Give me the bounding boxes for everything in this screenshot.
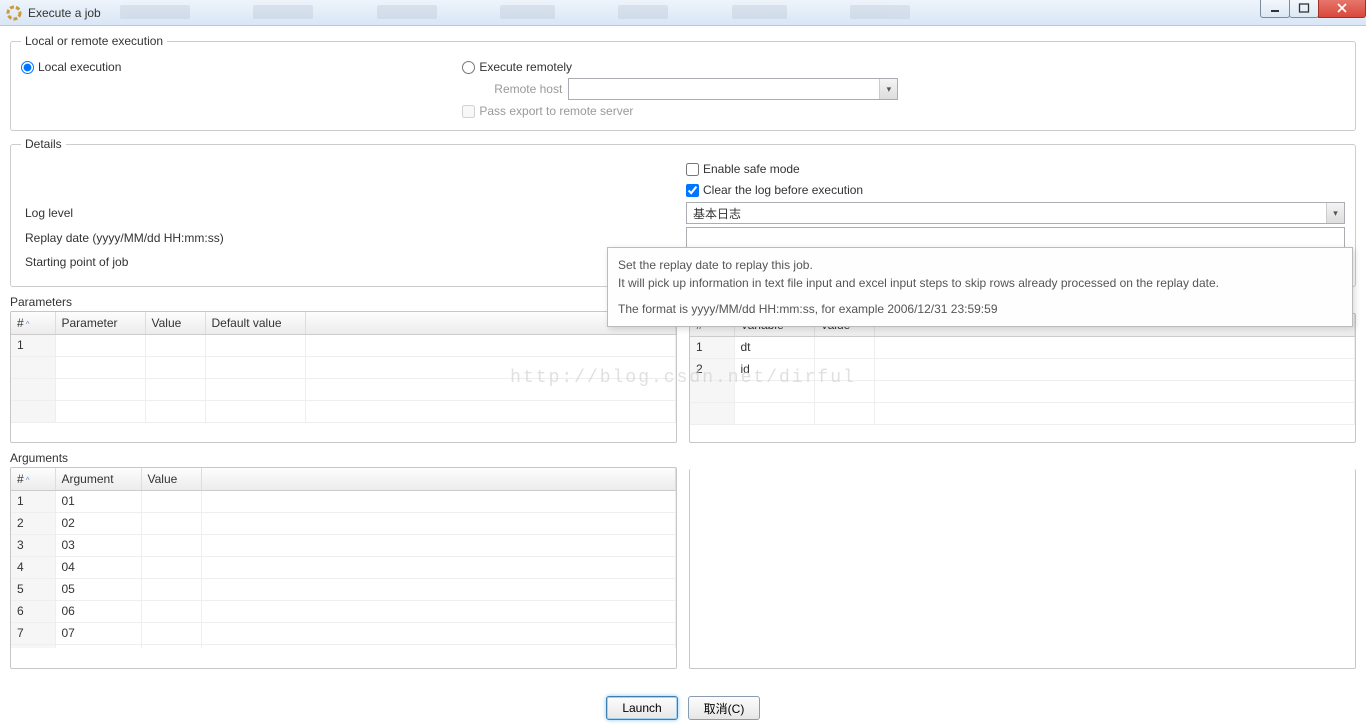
remote-host-label: Remote host — [462, 82, 562, 96]
table-row[interactable] — [11, 356, 676, 378]
local-execution-radio[interactable]: Local execution — [21, 60, 462, 74]
window-title: Execute a job — [28, 6, 101, 20]
variables-grid[interactable]: #^ Variable Value 1dt2id — [689, 313, 1356, 443]
table-row[interactable]: 808 — [11, 644, 676, 648]
table-row[interactable] — [11, 400, 676, 422]
log-level-combo[interactable]: 基本日志 ▾ — [686, 202, 1345, 224]
details-legend: Details — [21, 137, 66, 151]
maximize-button[interactable] — [1289, 0, 1319, 18]
parameters-grid[interactable]: #^ Parameter Value Default value 1 — [10, 311, 677, 443]
table-row[interactable] — [690, 380, 1355, 402]
remote-host-combo[interactable]: ▾ — [568, 78, 898, 100]
col-num[interactable]: #^ — [11, 312, 55, 334]
col-parameter[interactable]: Parameter — [55, 312, 145, 334]
safe-mode-label: Enable safe mode — [703, 162, 800, 176]
close-button[interactable] — [1318, 0, 1366, 18]
chevron-down-icon: ▾ — [1326, 203, 1344, 223]
local-execution-label: Local execution — [38, 60, 121, 74]
col-value[interactable]: Value — [141, 468, 201, 490]
titlebar: Execute a job — [0, 0, 1366, 26]
start-point-label: Starting point of job — [21, 255, 686, 269]
col-argument[interactable]: Argument — [55, 468, 141, 490]
table-row[interactable]: 707 — [11, 622, 676, 644]
table-row[interactable]: 303 — [11, 534, 676, 556]
remote-execution-label: Execute remotely — [479, 60, 572, 74]
table-row[interactable]: 505 — [11, 578, 676, 600]
table-row[interactable]: 1 — [11, 334, 676, 356]
remote-execution-radio[interactable]: Execute remotely — [462, 60, 1345, 74]
chevron-down-icon: ▾ — [879, 79, 897, 99]
replay-date-input[interactable] — [686, 227, 1345, 248]
table-row[interactable]: 202 — [11, 512, 676, 534]
tooltip-line: Set the replay date to replay this job. — [618, 256, 1342, 274]
safe-mode-checkbox[interactable]: Enable safe mode — [686, 162, 1345, 176]
table-row[interactable]: 404 — [11, 556, 676, 578]
app-icon — [6, 5, 22, 21]
arguments-title: Arguments — [10, 451, 677, 465]
minimize-button[interactable] — [1260, 0, 1290, 18]
table-row[interactable]: 101 — [11, 490, 676, 512]
col-value[interactable]: Value — [145, 312, 205, 334]
launch-button[interactable]: Launch — [606, 696, 678, 720]
execution-legend: Local or remote execution — [21, 34, 167, 48]
table-row[interactable] — [690, 402, 1355, 424]
execution-group: Local or remote execution Local executio… — [10, 34, 1356, 131]
col-num[interactable]: #^ — [11, 468, 55, 490]
cancel-button[interactable]: 取消(C) — [688, 696, 760, 720]
table-row[interactable]: 2id — [690, 358, 1355, 380]
pass-export-checkbox[interactable]: Pass export to remote server — [462, 104, 1345, 118]
arguments-grid[interactable]: #^ Argument Value 1012023034045056067078… — [10, 467, 677, 669]
replay-date-label: Replay date (yyyy/MM/dd HH:mm:ss) — [21, 231, 686, 245]
clear-log-label: Clear the log before execution — [703, 183, 863, 197]
clear-log-checkbox[interactable]: Clear the log before execution — [686, 183, 1345, 197]
replay-date-tooltip: Set the replay date to replay this job. … — [607, 247, 1353, 327]
footer: Launch 取消(C) — [0, 688, 1366, 728]
table-row[interactable] — [11, 378, 676, 400]
background-tabs — [120, 4, 1166, 22]
variables-grid-extension[interactable] — [689, 469, 1356, 669]
log-level-label: Log level — [21, 206, 686, 220]
log-level-value: 基本日志 — [687, 205, 1326, 222]
tooltip-line: It will pick up information in text file… — [618, 274, 1342, 292]
table-row[interactable]: 1dt — [690, 336, 1355, 358]
table-row[interactable]: 606 — [11, 600, 676, 622]
parameters-title: Parameters — [10, 295, 677, 309]
tooltip-line: The format is yyyy/MM/dd HH:mm:ss, for e… — [618, 300, 1342, 318]
col-default[interactable]: Default value — [205, 312, 305, 334]
pass-export-label: Pass export to remote server — [479, 104, 633, 118]
